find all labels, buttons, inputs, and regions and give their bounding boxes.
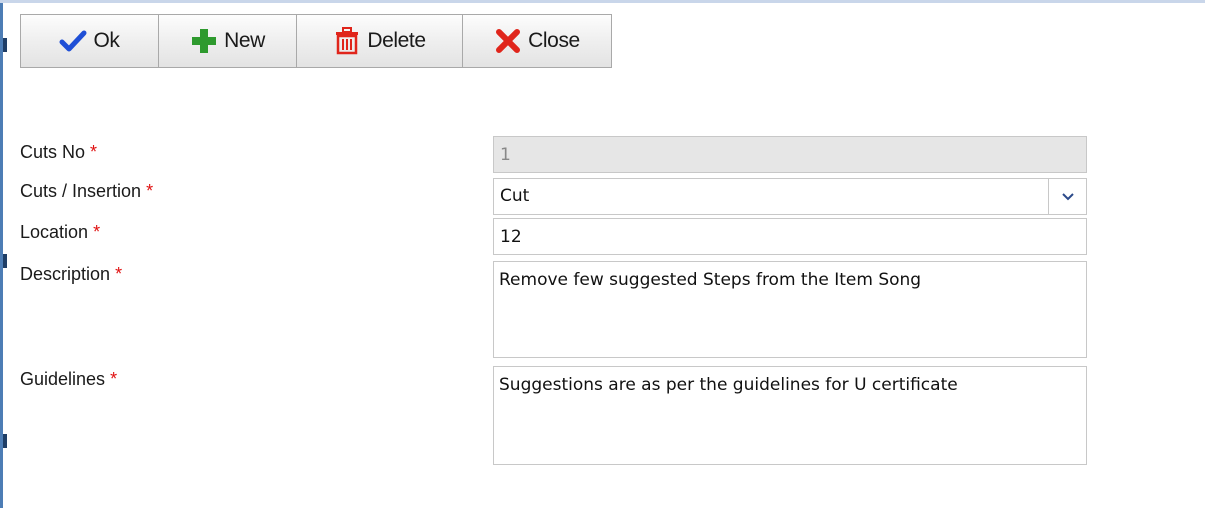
required-marker: * [93, 222, 101, 242]
left-edge-marker [3, 434, 7, 448]
guidelines-field[interactable]: Suggestions are as per the guidelines fo… [493, 366, 1087, 465]
cuts-no-label: Cuts No * [20, 142, 98, 162]
cuts-insertion-value: Cut [500, 186, 530, 206]
required-marker: * [115, 264, 123, 284]
cuts-insertion-label: Cuts / Insertion * [20, 181, 154, 201]
close-x-icon [494, 27, 522, 55]
cuts-no-field[interactable] [493, 136, 1087, 173]
new-button[interactable]: New [158, 14, 296, 68]
left-edge-marker [3, 38, 7, 52]
plus-icon [190, 27, 218, 55]
description-field[interactable]: Remove few suggested Steps from the Item… [493, 261, 1087, 358]
ok-button-label: Ok [93, 29, 120, 52]
chevron-down-icon [1061, 192, 1074, 200]
guidelines-label: Guidelines * [20, 369, 118, 389]
required-marker: * [90, 142, 98, 162]
location-field[interactable] [493, 218, 1087, 255]
dropdown-toggle[interactable] [1048, 179, 1086, 214]
location-label: Location * [20, 222, 101, 242]
close-button[interactable]: Close [462, 14, 612, 68]
close-button-label: Close [528, 29, 580, 52]
window-top-border [0, 0, 1205, 3]
ok-button[interactable]: Ok [20, 14, 158, 68]
new-button-label: New [224, 29, 265, 52]
trash-icon [333, 27, 361, 55]
delete-button-label: Delete [367, 29, 426, 52]
checkmark-icon [59, 27, 87, 55]
cuts-insertion-select[interactable]: Cut [493, 178, 1087, 215]
description-label: Description * [20, 264, 123, 284]
left-edge-marker [3, 254, 7, 268]
toolbar: Ok New Delete Close [20, 14, 612, 68]
required-marker: * [110, 369, 118, 389]
required-marker: * [146, 181, 154, 201]
delete-button[interactable]: Delete [296, 14, 462, 68]
